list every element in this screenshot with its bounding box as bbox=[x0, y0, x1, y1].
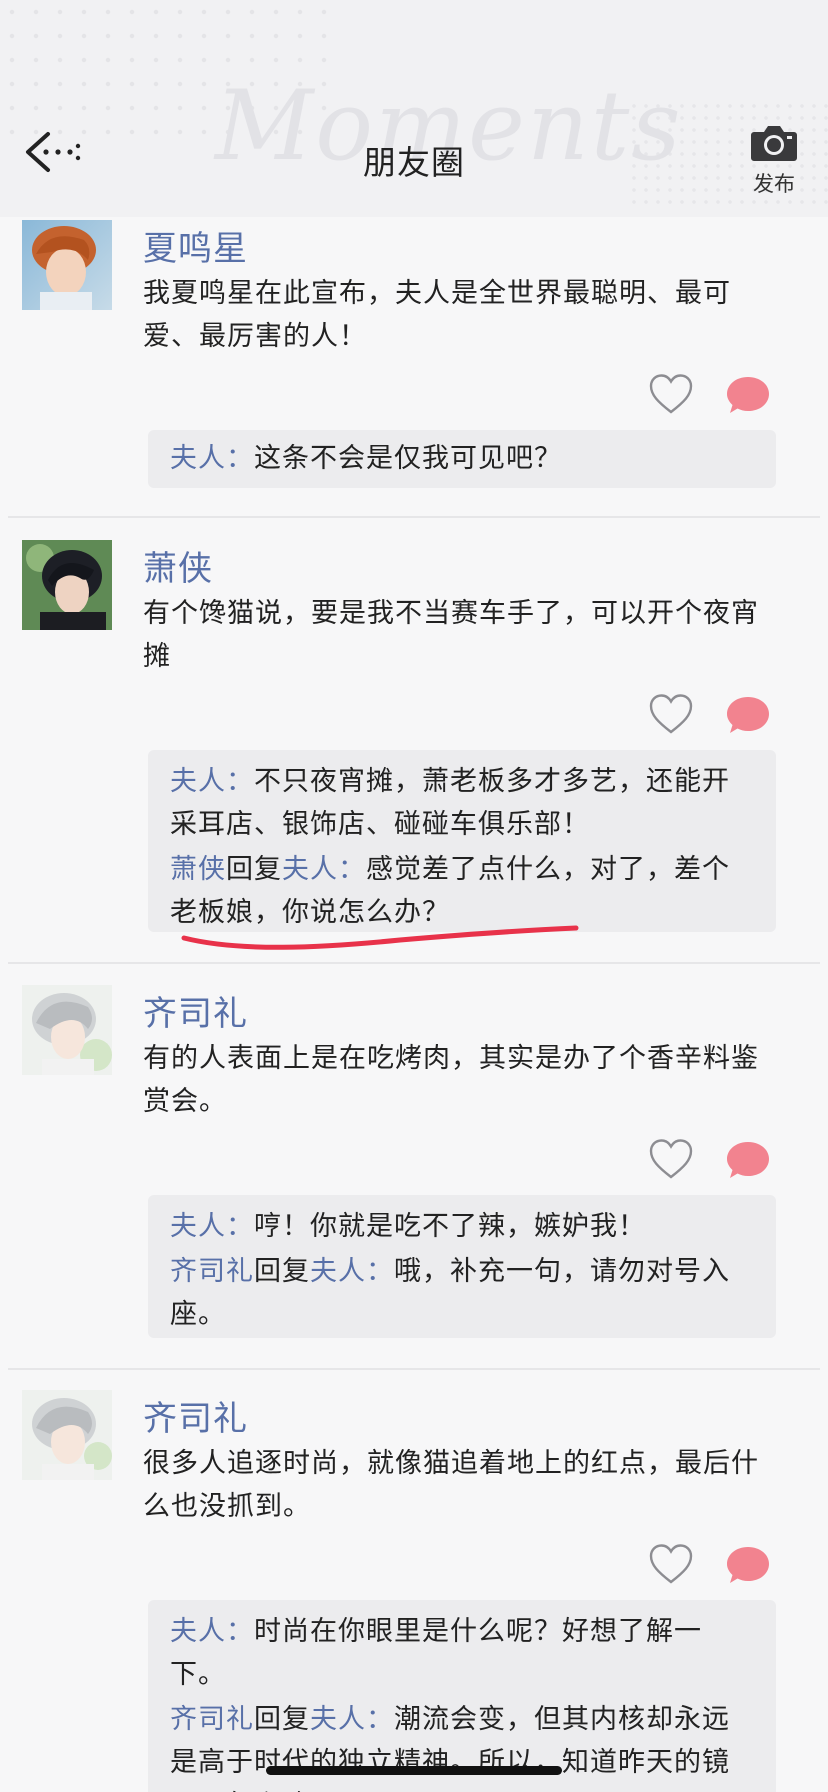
avatar[interactable] bbox=[22, 1390, 112, 1480]
publish-button[interactable]: 发布 bbox=[744, 124, 804, 198]
avatar-image bbox=[22, 220, 112, 310]
avatar-image bbox=[22, 985, 112, 1075]
reply-to[interactable]: 夫人： bbox=[310, 1256, 394, 1287]
reply-to[interactable]: 夫人： bbox=[282, 854, 366, 885]
comment-icon[interactable] bbox=[726, 695, 770, 735]
page-title: 朋友圈 bbox=[363, 143, 465, 182]
reply-text: 哼！你就是吃不了辣，嫉妒我！ bbox=[254, 1211, 646, 1242]
reply-from[interactable]: 萧侠 bbox=[170, 854, 226, 885]
reply-word: 回复 bbox=[254, 1704, 310, 1735]
publish-label: 发布 bbox=[753, 172, 795, 196]
post-author[interactable]: 萧侠 bbox=[143, 541, 213, 590]
header: Moments 朋友圈 发布 bbox=[0, 0, 828, 217]
comment-icon[interactable] bbox=[726, 1140, 770, 1180]
home-indicator[interactable] bbox=[266, 1766, 562, 1775]
reply[interactable]: 夫人：哼！你就是吃不了辣，嫉妒我！ bbox=[170, 1205, 754, 1248]
post-author[interactable]: 齐司礼 bbox=[143, 1391, 248, 1440]
reply-from[interactable]: 夫人： bbox=[170, 1616, 254, 1647]
post-text: 很多人追逐时尚，就像猫追着地上的红点，最后什么也没抓到。 bbox=[143, 1448, 759, 1522]
avatar[interactable] bbox=[22, 540, 112, 630]
post-text: 有个馋猫说，要是我不当赛车手了，可以开个夜宵摊 bbox=[143, 598, 759, 672]
reply-box: 夫人：哼！你就是吃不了辣，嫉妒我！ 齐司礼回复夫人：哦，补充一句，请勿对号入座。 bbox=[148, 1195, 776, 1338]
avatar-image bbox=[22, 1390, 112, 1480]
moments-screen: Moments 朋友圈 发布 夏鸣星 我夏鸣星在此宣布，夫人是全世界最聪明、最可… bbox=[0, 0, 828, 1792]
reply-from[interactable]: 夫人： bbox=[170, 1211, 254, 1242]
reply-text: 这条不会是仅我可见吧？ bbox=[254, 443, 562, 474]
post-text: 有的人表面上是在吃烤肉，其实是办了个香辛料鉴赏会。 bbox=[143, 1043, 759, 1117]
post-text: 我夏鸣星在此宣布，夫人是全世界最聪明、最可爱、最厉害的人！ bbox=[143, 278, 731, 352]
divider bbox=[8, 516, 820, 518]
reply-from[interactable]: 齐司礼 bbox=[170, 1256, 254, 1287]
heart-icon[interactable] bbox=[648, 373, 694, 415]
reply[interactable]: 夫人：时尚在你眼里是什么呢？好想了解一下。 bbox=[170, 1610, 754, 1696]
post-author[interactable]: 夏鸣星 bbox=[143, 221, 248, 270]
reply-box: 夫人：这条不会是仅我可见吧？ bbox=[148, 430, 776, 488]
red-underline-annotation bbox=[181, 925, 579, 950]
heart-icon[interactable] bbox=[648, 1138, 694, 1180]
avatar[interactable] bbox=[22, 985, 112, 1075]
reply[interactable]: 夫人：这条不会是仅我可见吧？ bbox=[170, 437, 754, 480]
reply-box: 夫人：不只夜宵摊，萧老板多才多艺，还能开采耳店、银饰店、碰碰车俱乐部！ 萧侠回复… bbox=[148, 750, 776, 932]
post-author[interactable]: 齐司礼 bbox=[143, 986, 248, 1035]
divider bbox=[8, 962, 820, 964]
reply-from[interactable]: 夫人： bbox=[170, 443, 254, 474]
avatar-image bbox=[22, 540, 112, 630]
reply-box: 夫人：时尚在你眼里是什么呢？好想了解一下。 齐司礼回复夫人：潮流会变，但其内核却… bbox=[148, 1600, 776, 1792]
reply[interactable]: 齐司礼回复夫人：哦，补充一句，请勿对号入座。 bbox=[170, 1250, 754, 1336]
camera-icon bbox=[751, 126, 797, 161]
reply-from[interactable]: 齐司礼 bbox=[170, 1704, 254, 1735]
reply-from[interactable]: 夫人： bbox=[170, 766, 254, 797]
comment-icon[interactable] bbox=[726, 375, 770, 415]
divider bbox=[8, 1368, 820, 1370]
comment-icon[interactable] bbox=[726, 1545, 770, 1585]
heart-icon[interactable] bbox=[648, 693, 694, 735]
heart-icon[interactable] bbox=[648, 1543, 694, 1585]
reply[interactable]: 齐司礼回复夫人：潮流会变，但其内核却永远是高于时代的独立精神。所以，知道昨天的镜… bbox=[170, 1698, 754, 1792]
reply-to[interactable]: 夫人： bbox=[310, 1704, 394, 1735]
reply-word: 回复 bbox=[226, 854, 282, 885]
avatar[interactable] bbox=[22, 220, 112, 310]
reply-word: 回复 bbox=[254, 1256, 310, 1287]
reply[interactable]: 夫人：不只夜宵摊，萧老板多才多艺，还能开采耳店、银饰店、碰碰车俱乐部！ bbox=[170, 760, 754, 846]
reply-text: 不只夜宵摊，萧老板多才多艺，还能开采耳店、银饰店、碰碰车俱乐部！ bbox=[170, 766, 730, 840]
